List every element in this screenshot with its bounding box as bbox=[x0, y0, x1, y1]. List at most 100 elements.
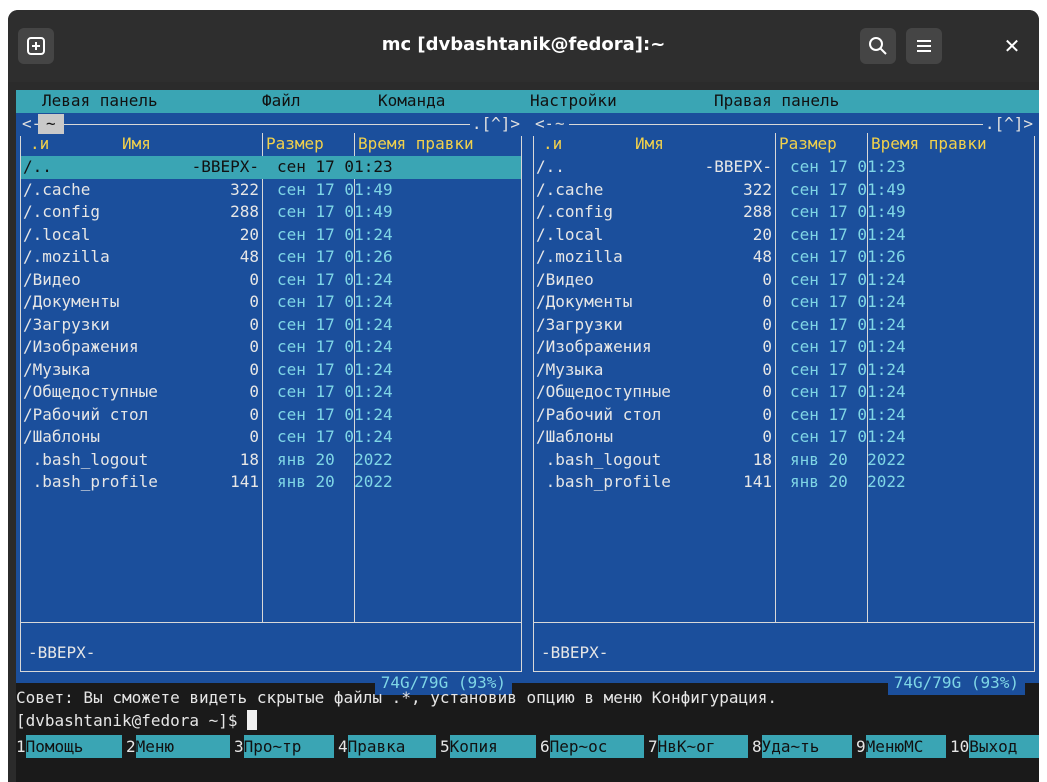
file-row[interactable]: /Рабочий стол 0 сен 17 01:24 bbox=[534, 404, 1034, 427]
file-row[interactable]: /.config 288 сен 17 01:49 bbox=[534, 201, 1034, 224]
file-mtime: сен 17 01:24 bbox=[790, 359, 906, 379]
fkey-4[interactable]: 4Правка bbox=[338, 735, 436, 758]
file-row[interactable]: /Документы 0 сен 17 01:24 bbox=[534, 291, 1034, 314]
file-row[interactable]: /Музыка 0 сен 17 01:24 bbox=[534, 359, 1034, 382]
file-name: .bash_logout bbox=[536, 449, 662, 469]
file-row[interactable]: .bash_logout 18 янв 20 2022 bbox=[534, 449, 1034, 472]
file-size: 0 bbox=[762, 404, 772, 424]
fkey-6[interactable]: 6Пер~ос bbox=[540, 735, 644, 758]
fkey-3[interactable]: 3Про~тр bbox=[234, 735, 334, 758]
file-mtime: сен 17 01:49 bbox=[277, 202, 393, 221]
file-row[interactable]: .bash_profile 141 янв 20 2022 bbox=[534, 471, 1034, 494]
menu-settings[interactable]: Настройки bbox=[530, 90, 617, 113]
file-size: 141 bbox=[230, 472, 259, 491]
prompt-text: [dvbashtanik@fedora ~]$ bbox=[16, 711, 248, 730]
file-mtime: сен 17 01:24 bbox=[277, 382, 393, 401]
close-icon: ✕ bbox=[1003, 34, 1021, 58]
left-panel[interactable]: <- ~ .[^]> .и Имя Размер Время правки /.… bbox=[16, 113, 526, 695]
file-mtime: сен 17 01:49 bbox=[277, 179, 393, 199]
file-row[interactable]: /.cache 322 сен 17 01:49 bbox=[21, 179, 521, 202]
file-name: /Общедоступные bbox=[536, 382, 671, 401]
file-row[interactable]: /.mozilla 48 сен 17 01:26 bbox=[21, 246, 521, 269]
menu-right-panel[interactable]: Правая панель bbox=[714, 90, 839, 113]
fkey-5[interactable]: 5Копия bbox=[440, 735, 536, 758]
header-name[interactable]: Имя bbox=[635, 133, 664, 156]
hamburger-menu-button[interactable] bbox=[906, 28, 942, 64]
fkey-9[interactable]: 9МенюMC bbox=[856, 735, 946, 758]
file-name: .bash_profile bbox=[23, 472, 158, 491]
file-size: 0 bbox=[762, 269, 772, 289]
file-row[interactable]: /Рабочий стол 0 сен 17 01:24 bbox=[21, 404, 521, 427]
command-prompt[interactable]: [dvbashtanik@fedora ~]$ bbox=[16, 710, 258, 733]
header-size[interactable]: Размер bbox=[266, 133, 324, 156]
file-mtime: сен 17 01:26 bbox=[277, 247, 393, 266]
file-mtime: сен 17 01:24 bbox=[277, 404, 393, 424]
file-row[interactable]: /Изображения 0 сен 17 01:24 bbox=[21, 336, 521, 359]
file-name: /.cache bbox=[23, 179, 91, 199]
sort-indicator[interactable]: .и bbox=[543, 133, 562, 156]
header-time[interactable]: Время правки bbox=[871, 133, 987, 156]
file-row[interactable]: /.mozilla 48 сен 17 01:26 bbox=[534, 246, 1034, 269]
file-name: /Документы bbox=[536, 292, 633, 311]
fkey-10[interactable]: 10Выход bbox=[950, 735, 1039, 758]
panel-controls[interactable]: .[^]> bbox=[982, 113, 1035, 136]
file-name: /.config bbox=[23, 202, 101, 221]
file-row[interactable]: /Изображения 0 сен 17 01:24 bbox=[534, 336, 1034, 359]
file-row[interactable]: /Загрузки 0 сен 17 01:24 bbox=[534, 314, 1034, 337]
fkey-8[interactable]: 8Уда~ть bbox=[752, 735, 852, 758]
menu-file[interactable]: Файл bbox=[262, 90, 301, 113]
fkey-number: 7 bbox=[648, 737, 658, 756]
fkey-label: МенюMC bbox=[865, 735, 946, 758]
file-row[interactable]: /.config 288 сен 17 01:49 bbox=[21, 201, 521, 224]
file-size: 0 bbox=[249, 269, 259, 289]
search-button[interactable] bbox=[860, 28, 896, 64]
fkey-number: 2 bbox=[126, 737, 136, 756]
header-size[interactable]: Размер bbox=[779, 133, 837, 156]
file-row[interactable]: /.cache 322 сен 17 01:49 bbox=[534, 179, 1034, 202]
file-size: 288 bbox=[743, 202, 772, 221]
terminal-window: mc [dvbashtanik@fedora]:~ ✕ Левая панель… bbox=[8, 10, 1039, 782]
file-row[interactable]: /Общедоступные 0 сен 17 01:24 bbox=[21, 381, 521, 404]
file-row[interactable]: /Музыка 0 сен 17 01:24 bbox=[21, 359, 521, 382]
file-name: /.cache bbox=[536, 179, 604, 199]
right-panel[interactable]: <- ~ .[^]> .и Имя Размер Время правки /.… bbox=[529, 113, 1039, 695]
menu-left-panel[interactable]: Левая панель bbox=[42, 90, 158, 113]
sort-indicator[interactable]: .и bbox=[30, 133, 49, 156]
file-size: 18 bbox=[752, 449, 772, 469]
panel-controls[interactable]: .[^]> bbox=[469, 113, 522, 136]
file-mtime: сен 17 01:24 bbox=[790, 382, 906, 401]
file-row[interactable]: /Шаблоны 0 сен 17 01:24 bbox=[534, 426, 1034, 449]
header-time[interactable]: Время правки bbox=[358, 133, 474, 156]
file-size: 48 bbox=[752, 247, 772, 266]
fkey-2[interactable]: 2Меню bbox=[126, 735, 230, 758]
file-name: /Шаблоны bbox=[23, 427, 101, 446]
file-row[interactable]: /.local 20 сен 17 01:24 bbox=[21, 224, 521, 247]
fkey-7[interactable]: 7НвК~ог bbox=[648, 735, 748, 758]
file-row[interactable]: /Шаблоны 0 сен 17 01:24 bbox=[21, 426, 521, 449]
file-row[interactable]: /Общедоступные 0 сен 17 01:24 bbox=[534, 381, 1034, 404]
file-row[interactable]: /.. -ВВЕРХ-сен 17 01:23 bbox=[534, 156, 1034, 179]
menu-command[interactable]: Команда bbox=[378, 90, 445, 113]
file-row[interactable]: /Загрузки 0 сен 17 01:24 bbox=[21, 314, 521, 337]
file-name: /.config bbox=[536, 202, 614, 221]
file-size: 322 bbox=[743, 179, 772, 199]
file-size: 0 bbox=[249, 404, 259, 424]
file-size: 0 bbox=[249, 382, 259, 401]
file-name: /.local bbox=[536, 224, 604, 244]
fkey-number: 1 bbox=[16, 737, 26, 756]
file-row[interactable]: .bash_profile 141 янв 20 2022 bbox=[21, 471, 521, 494]
header-name[interactable]: Имя bbox=[122, 133, 151, 156]
file-row[interactable]: /Видео 0 сен 17 01:24 bbox=[21, 269, 521, 292]
terminal-area[interactable]: Левая панель Файл Команда Настройки Прав… bbox=[16, 90, 1039, 782]
file-row[interactable]: .bash_logout 18 янв 20 2022 bbox=[21, 449, 521, 472]
panel-path: ~ bbox=[38, 114, 64, 134]
file-mtime: сен 17 01:24 bbox=[790, 292, 906, 311]
file-row[interactable]: /Видео 0 сен 17 01:24 bbox=[534, 269, 1034, 292]
file-row[interactable]: /.local 20 сен 17 01:24 bbox=[534, 224, 1034, 247]
file-row[interactable]: /.. -ВВЕРХ-сен 17 01:23 bbox=[21, 156, 521, 179]
fkey-1[interactable]: 1Помощь bbox=[16, 735, 122, 758]
file-row[interactable]: /Документы 0 сен 17 01:24 bbox=[21, 291, 521, 314]
close-button[interactable]: ✕ bbox=[994, 28, 1030, 64]
fkey-label: Копия bbox=[449, 735, 536, 758]
file-size: 0 bbox=[249, 337, 259, 356]
